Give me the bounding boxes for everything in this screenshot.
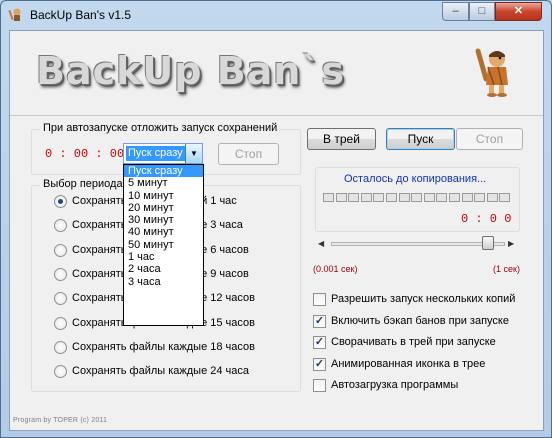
checkmark-icon[interactable]: ✓ [313, 314, 326, 328]
progress-segment [499, 193, 511, 202]
period-group-title: Выбор периода [40, 178, 126, 190]
dropdown-option[interactable]: 30 минут [124, 214, 203, 226]
slider-left-arrow-icon[interactable]: ◀ [318, 239, 324, 248]
slider-max-label: (1 сек) [493, 264, 520, 274]
stop-button[interactable]: Стоп [456, 128, 523, 150]
progress-segment [398, 193, 410, 202]
tray-button[interactable]: В трей [307, 128, 376, 150]
checkmark-icon[interactable]: ✓ [313, 357, 326, 371]
client-area: BackUp Ban`s При автозапуске отложить за… [9, 30, 544, 431]
caveman-icon [8, 8, 21, 21]
delay-stop-button[interactable]: Стоп [218, 143, 279, 165]
progress-segment [486, 193, 498, 202]
progress-label: Осталось до копирования... [344, 173, 487, 185]
radio-button[interactable] [54, 195, 67, 208]
option-label: Включить бэкап банов при запуске [331, 314, 509, 327]
caveman-icon [475, 48, 508, 97]
progress-segment [373, 193, 385, 202]
dropdown-option[interactable]: 50 минут [124, 239, 203, 251]
delay-select[interactable]: Пуск сразу ▼ [123, 143, 203, 164]
period-option-label: Сохранять файлы каждые 24 часа [72, 365, 250, 378]
progress-segment [423, 193, 435, 202]
progress-segment [449, 193, 460, 202]
progress-segment [474, 193, 486, 202]
dropdown-option[interactable]: Пуск сразу [124, 165, 203, 178]
option-label: Сворачивать в трей при запуске [331, 336, 496, 348]
app-window: BackUp Ban's v1.5 – □ ✕ BackUp Ban`s При… [0, 0, 552, 438]
delay-select-value: Пуск сразу [126, 146, 185, 161]
option-label: Автозагрузка программы [331, 379, 459, 391]
option-label: Разрешить запуск нескольких копий [331, 293, 516, 305]
radio-button[interactable] [54, 316, 67, 330]
radio-button[interactable] [54, 243, 67, 257]
dropdown-option[interactable]: 5 минут [124, 177, 203, 189]
speed-slider-track[interactable] [331, 242, 505, 246]
dropdown-option[interactable]: 20 минут [124, 202, 203, 214]
chevron-down-icon[interactable]: ▼ [185, 144, 202, 163]
delay-group-title: При автозапуске отложить запуск сохранен… [40, 122, 281, 134]
title-bar[interactable]: BackUp Ban's v1.5 – □ ✕ [1, 1, 551, 29]
radio-button[interactable] [54, 365, 67, 379]
radio-button[interactable] [54, 340, 67, 354]
banner: BackUp Ban`s [10, 31, 543, 116]
progress-segment [386, 193, 397, 202]
checkbox[interactable] [313, 293, 326, 306]
start-button[interactable]: Пуск [386, 128, 455, 150]
window-title: BackUp Ban's v1.5 [30, 8, 132, 22]
app-logo: BackUp Ban`s [36, 49, 345, 93]
option-label: Анимированная иконка в трее [331, 357, 486, 370]
progress-segment [335, 193, 347, 202]
progress-segment [436, 193, 448, 202]
close-button[interactable]: ✕ [495, 2, 542, 21]
delay-dropdown-list: Пуск сразу 5 минут 10 минут 20 минут 30 мину… [123, 164, 204, 326]
dropdown-option[interactable]: 2 часа [124, 263, 203, 275]
checkbox[interactable] [313, 379, 326, 392]
dropdown-option[interactable]: 40 минут [124, 226, 203, 238]
progress-segment [461, 193, 473, 202]
progress-timer: 0 : 0 0 [461, 212, 512, 226]
period-option-label: Сохранять файлы каждые 18 часов [72, 340, 255, 353]
progress-bar [323, 193, 513, 203]
speed-slider-thumb[interactable] [481, 236, 494, 250]
maximize-button[interactable]: □ [469, 2, 495, 21]
progress-segment [323, 193, 334, 202]
progress-segment [348, 193, 360, 202]
radio-button[interactable] [54, 267, 67, 281]
slider-right-arrow-icon[interactable]: ▶ [508, 239, 514, 248]
checkmark-icon[interactable]: ✓ [313, 336, 326, 349]
footer-credit: Program by TOPER (c) 2011 [13, 417, 108, 424]
dropdown-option[interactable]: 1 час [124, 251, 203, 263]
dropdown-option[interactable]: 3 часа [124, 276, 203, 288]
progress-segment [411, 193, 423, 202]
slider-min-label: (0.001 сек) [313, 264, 358, 274]
dropdown-option[interactable]: 10 минут [124, 190, 203, 202]
progress-segment [360, 193, 372, 202]
minimize-button[interactable]: – [442, 2, 469, 21]
delay-timer: 0 : 00 : 00 [45, 147, 125, 161]
